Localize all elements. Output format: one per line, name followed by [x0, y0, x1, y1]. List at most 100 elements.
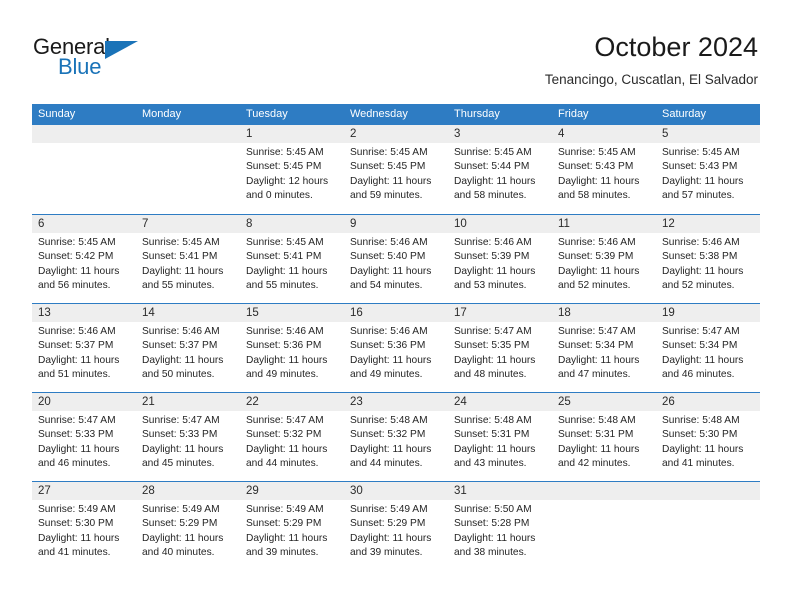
day-number — [32, 125, 136, 143]
calendar-day-cell[interactable]: 21 Sunrise: 5:47 AM Sunset: 5:33 PM Dayligh… — [136, 393, 240, 481]
daylight-text: Daylight: 11 hours and 39 minutes. — [350, 532, 432, 558]
calendar-day-cell[interactable]: 28 Sunrise: 5:49 AM Sunset: 5:29 PM Dayligh… — [136, 482, 240, 570]
day-sun-info: Sunrise: 5:46 AM Sunset: 5:37 PM Daylight:… — [32, 322, 136, 382]
day-number: 2 — [344, 125, 448, 143]
sunset-text: Sunset: 5:30 PM — [38, 518, 114, 530]
sunset-text: Sunset: 5:32 PM — [350, 429, 426, 441]
sunset-text: Sunset: 5:29 PM — [246, 518, 322, 530]
daylight-text: Daylight: 11 hours and 41 minutes. — [38, 532, 120, 558]
day-sun-info: Sunrise: 5:45 AM Sunset: 5:42 PM Daylight:… — [32, 233, 136, 293]
calendar-day-cell[interactable]: 16 Sunrise: 5:46 AM Sunset: 5:36 PM Dayligh… — [344, 304, 448, 392]
daylight-text: Daylight: 11 hours and 46 minutes. — [38, 443, 120, 469]
calendar-day-cell[interactable]: 14 Sunrise: 5:46 AM Sunset: 5:37 PM Dayligh… — [136, 304, 240, 392]
calendar-day-cell[interactable]: 8 Sunrise: 5:45 AM Sunset: 5:41 PM Daylight… — [240, 215, 344, 303]
daylight-text: Daylight: 11 hours and 55 minutes. — [142, 265, 224, 291]
calendar-day-cell[interactable]: 17 Sunrise: 5:47 AM Sunset: 5:35 PM Dayligh… — [448, 304, 552, 392]
calendar-day-cell[interactable]: 22 Sunrise: 5:47 AM Sunset: 5:32 PM Dayligh… — [240, 393, 344, 481]
sunrise-text: Sunrise: 5:49 AM — [246, 504, 324, 515]
day-number: 25 — [552, 393, 656, 411]
day-sun-info: Sunrise: 5:47 AM Sunset: 5:33 PM Daylight:… — [32, 411, 136, 471]
calendar-day-cell[interactable]: 29 Sunrise: 5:49 AM Sunset: 5:29 PM Dayligh… — [240, 482, 344, 570]
daylight-text: Daylight: 11 hours and 42 minutes. — [558, 443, 640, 469]
day-sun-info: Sunrise: 5:46 AM Sunset: 5:39 PM Daylight:… — [552, 233, 656, 293]
day-number: 6 — [32, 215, 136, 233]
day-number: 19 — [656, 304, 760, 322]
day-number: 12 — [656, 215, 760, 233]
day-sun-info: Sunrise: 5:47 AM Sunset: 5:34 PM Daylight:… — [656, 322, 760, 382]
calendar-day-cell[interactable]: 26 Sunrise: 5:48 AM Sunset: 5:30 PM Dayligh… — [656, 393, 760, 481]
sunrise-text: Sunrise: 5:46 AM — [350, 326, 428, 337]
daylight-text: Daylight: 11 hours and 57 minutes. — [662, 175, 744, 201]
calendar-day-cell[interactable]: 7 Sunrise: 5:45 AM Sunset: 5:41 PM Daylight… — [136, 215, 240, 303]
calendar-day-cell[interactable]: 19 Sunrise: 5:47 AM Sunset: 5:34 PM Dayligh… — [656, 304, 760, 392]
sunrise-text: Sunrise: 5:48 AM — [454, 415, 532, 426]
day-number: 28 — [136, 482, 240, 500]
day-sun-info: Sunrise: 5:45 AM Sunset: 5:43 PM Daylight:… — [552, 143, 656, 203]
calendar-day-cell[interactable]: 4 Sunrise: 5:45 AM Sunset: 5:43 PM Daylight… — [552, 125, 656, 214]
sunset-text: Sunset: 5:45 PM — [350, 161, 426, 173]
weekday-header-monday: Monday — [142, 108, 182, 120]
calendar-day-cell[interactable]: 15 Sunrise: 5:46 AM Sunset: 5:36 PM Dayligh… — [240, 304, 344, 392]
calendar-day-cell[interactable]: 10 Sunrise: 5:46 AM Sunset: 5:39 PM Dayligh… — [448, 215, 552, 303]
day-sun-info: Sunrise: 5:48 AM Sunset: 5:30 PM Daylight:… — [656, 411, 760, 471]
day-number: 22 — [240, 393, 344, 411]
calendar-day-cell-empty — [32, 125, 136, 214]
sunset-text: Sunset: 5:40 PM — [350, 251, 426, 263]
sunrise-text: Sunrise: 5:46 AM — [142, 326, 220, 337]
sunset-text: Sunset: 5:35 PM — [454, 340, 530, 352]
calendar-day-cell[interactable]: 24 Sunrise: 5:48 AM Sunset: 5:31 PM Dayligh… — [448, 393, 552, 481]
sunset-text: Sunset: 5:41 PM — [142, 251, 218, 263]
sunset-text: Sunset: 5:39 PM — [558, 251, 634, 263]
calendar-day-cell[interactable]: 30 Sunrise: 5:49 AM Sunset: 5:29 PM Dayligh… — [344, 482, 448, 570]
calendar-day-cell[interactable]: 5 Sunrise: 5:45 AM Sunset: 5:43 PM Daylight… — [656, 125, 760, 214]
daylight-text: Daylight: 11 hours and 54 minutes. — [350, 265, 432, 291]
weekday-header-saturday: Saturday — [662, 108, 707, 120]
sunrise-text: Sunrise: 5:46 AM — [454, 237, 532, 248]
calendar-day-cell[interactable]: 3 Sunrise: 5:45 AM Sunset: 5:44 PM Daylight… — [448, 125, 552, 214]
daylight-text: Daylight: 11 hours and 48 minutes. — [454, 354, 536, 380]
calendar-day-cell-empty — [656, 482, 760, 570]
calendar-day-cell[interactable]: 27 Sunrise: 5:49 AM Sunset: 5:30 PM Dayligh… — [32, 482, 136, 570]
calendar-page: General Blue October 2024 Tenancingo, Cu… — [0, 0, 792, 612]
calendar-week-row: 20 Sunrise: 5:47 AM Sunset: 5:33 PM Dayligh… — [32, 392, 760, 481]
calendar-day-cell[interactable]: 31 Sunrise: 5:50 AM Sunset: 5:28 PM Dayligh… — [448, 482, 552, 570]
day-sun-info: Sunrise: 5:45 AM Sunset: 5:44 PM Daylight:… — [448, 143, 552, 203]
sunset-text: Sunset: 5:33 PM — [142, 429, 218, 441]
sunrise-text: Sunrise: 5:45 AM — [454, 147, 532, 158]
calendar-day-cell[interactable]: 12 Sunrise: 5:46 AM Sunset: 5:38 PM Dayligh… — [656, 215, 760, 303]
calendar-day-cell[interactable]: 1 Sunrise: 5:45 AM Sunset: 5:45 PM Daylight… — [240, 125, 344, 214]
title-block: October 2024 Tenancingo, Cuscatlan, El S… — [545, 30, 758, 90]
day-number: 23 — [344, 393, 448, 411]
day-number: 18 — [552, 304, 656, 322]
day-sun-info: Sunrise: 5:46 AM Sunset: 5:36 PM Daylight:… — [240, 322, 344, 382]
daylight-text: Daylight: 11 hours and 50 minutes. — [142, 354, 224, 380]
calendar-day-cell[interactable]: 20 Sunrise: 5:47 AM Sunset: 5:33 PM Dayligh… — [32, 393, 136, 481]
calendar-day-cell[interactable]: 9 Sunrise: 5:46 AM Sunset: 5:40 PM Daylight… — [344, 215, 448, 303]
calendar-day-cell[interactable]: 25 Sunrise: 5:48 AM Sunset: 5:31 PM Dayligh… — [552, 393, 656, 481]
day-sun-info: Sunrise: 5:50 AM Sunset: 5:28 PM Daylight:… — [448, 500, 552, 560]
calendar-day-cell[interactable]: 2 Sunrise: 5:45 AM Sunset: 5:45 PM Daylight… — [344, 125, 448, 214]
day-number: 8 — [240, 215, 344, 233]
calendar-grid: Sunday Monday Tuesday Wednesday Thursday… — [32, 104, 760, 570]
sunrise-text: Sunrise: 5:46 AM — [558, 237, 636, 248]
day-sun-info: Sunrise: 5:46 AM Sunset: 5:37 PM Daylight:… — [136, 322, 240, 382]
day-number — [656, 482, 760, 500]
sunrise-text: Sunrise: 5:45 AM — [246, 147, 324, 158]
day-sun-info: Sunrise: 5:47 AM Sunset: 5:32 PM Daylight:… — [240, 411, 344, 471]
page-header: General Blue October 2024 Tenancingo, Cu… — [0, 0, 792, 104]
sunset-text: Sunset: 5:34 PM — [662, 340, 738, 352]
weekday-header-friday: Friday — [558, 108, 589, 120]
daylight-text: Daylight: 11 hours and 46 minutes. — [662, 354, 744, 380]
calendar-day-cell[interactable]: 11 Sunrise: 5:46 AM Sunset: 5:39 PM Dayligh… — [552, 215, 656, 303]
sunset-text: Sunset: 5:44 PM — [454, 161, 530, 173]
day-sun-info: Sunrise: 5:45 AM Sunset: 5:41 PM Daylight:… — [136, 233, 240, 293]
calendar-day-cell[interactable]: 13 Sunrise: 5:46 AM Sunset: 5:37 PM Dayligh… — [32, 304, 136, 392]
calendar-day-cell[interactable]: 6 Sunrise: 5:45 AM Sunset: 5:42 PM Daylight… — [32, 215, 136, 303]
daylight-text: Daylight: 11 hours and 58 minutes. — [454, 175, 536, 201]
general-blue-logo[interactable]: General Blue — [33, 34, 163, 84]
day-sun-info: Sunrise: 5:49 AM Sunset: 5:29 PM Daylight:… — [240, 500, 344, 560]
calendar-day-cell[interactable]: 23 Sunrise: 5:48 AM Sunset: 5:32 PM Dayligh… — [344, 393, 448, 481]
calendar-day-cell[interactable]: 18 Sunrise: 5:47 AM Sunset: 5:34 PM Dayligh… — [552, 304, 656, 392]
day-sun-info: Sunrise: 5:48 AM Sunset: 5:32 PM Daylight:… — [344, 411, 448, 471]
sunset-text: Sunset: 5:31 PM — [558, 429, 634, 441]
